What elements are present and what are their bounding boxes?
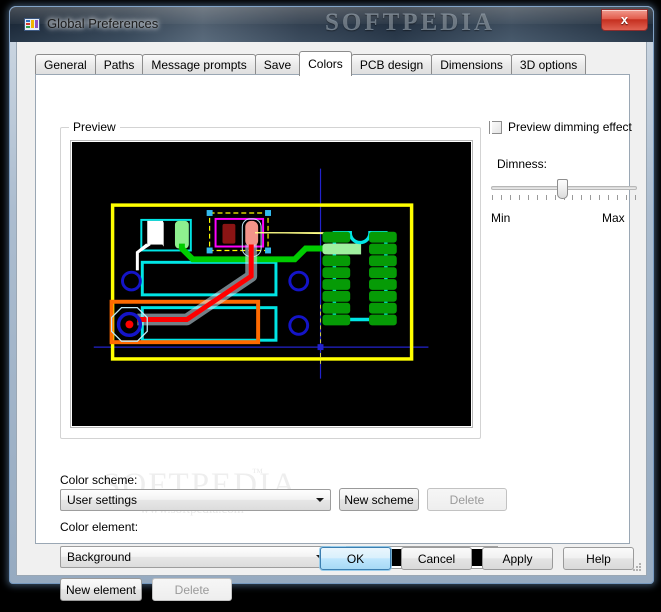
color-scheme-combo[interactable]: User settings — [60, 489, 331, 511]
preview-dimming-checkbox-row[interactable]: Preview dimming effect — [489, 120, 632, 140]
delete-scheme-label: Delete — [449, 492, 485, 507]
tickmark — [617, 195, 619, 200]
tab-save[interactable]: Save — [254, 54, 301, 75]
tab-label: Colors — [308, 57, 343, 71]
tab-pcb-design[interactable]: PCB design — [350, 54, 433, 75]
slider-max-label: Max — [602, 211, 625, 225]
tickmark — [509, 195, 511, 200]
ok-label: OK — [346, 551, 365, 566]
dialog-window: SOFTPEDIA Global Preferences x General P… — [9, 6, 654, 601]
dialog-client-area: General Paths Message prompts Save Color… — [16, 42, 647, 601]
pcb-preview-canvas[interactable] — [72, 142, 471, 426]
close-icon: x — [620, 12, 629, 27]
tickmark — [608, 195, 610, 200]
app-preferences-icon — [24, 17, 40, 32]
tickmark — [500, 195, 502, 200]
tab-label: Dimensions — [440, 58, 503, 72]
delete-scheme-button: Delete — [427, 488, 507, 511]
tickmark — [635, 195, 636, 200]
slider-thumb[interactable] — [557, 179, 568, 199]
tab-label: General — [44, 58, 87, 72]
body-watermark-tm: ™ — [252, 467, 263, 479]
new-element-label: New element — [65, 582, 137, 597]
dialog-footer: OK Cancel Apply Help — [17, 543, 646, 575]
tab-label: PCB design — [359, 58, 424, 72]
new-element-button[interactable]: New element — [60, 578, 142, 601]
preview-groupbox: Preview — [60, 120, 481, 439]
dimness-label: Dimness: — [497, 157, 548, 171]
close-button[interactable]: x — [601, 9, 648, 31]
ok-button[interactable]: OK — [320, 547, 391, 570]
tickmark — [492, 195, 493, 200]
tab-label: Save — [263, 58, 292, 72]
tab-paths[interactable]: Paths — [94, 54, 144, 75]
tickmark — [626, 195, 628, 200]
tab-strip: General Paths Message prompts Save Color… — [35, 51, 587, 76]
tab-label: 3D options — [519, 58, 578, 72]
slider-min-label: Min — [491, 211, 511, 225]
tickmark — [545, 195, 547, 200]
tab-message-prompts[interactable]: Message prompts — [142, 54, 256, 75]
colors-tab-panel: SOFTPEDIA ™ www.softpedia.com Preview — [35, 74, 637, 601]
tickmark — [590, 195, 592, 200]
color-element-label: Color element: — [60, 520, 139, 534]
tickmark — [527, 195, 529, 200]
tab-colors[interactable]: Colors — [299, 51, 352, 76]
delete-element-button: Delete — [152, 578, 232, 601]
chevron-down-icon[interactable] — [311, 492, 328, 508]
preview-dimming-checkbox[interactable] — [489, 120, 502, 140]
tickmark — [572, 195, 574, 200]
tickmark — [536, 195, 538, 200]
tab-label: Message prompts — [151, 58, 247, 72]
color-scheme-label: Color scheme: — [60, 473, 138, 487]
tab-general[interactable]: General — [35, 54, 96, 75]
color-scheme-value: User settings — [67, 493, 138, 507]
preview-group-label: Preview — [69, 120, 120, 134]
dimness-slider[interactable] — [491, 175, 637, 207]
preview-dimming-label: Preview dimming effect — [508, 120, 632, 134]
tickmark — [518, 195, 520, 200]
cancel-button[interactable]: Cancel — [401, 547, 472, 570]
new-scheme-label: New scheme — [344, 492, 414, 507]
tickmark — [554, 195, 556, 200]
help-button[interactable]: Help — [563, 547, 634, 570]
cancel-label: Cancel — [417, 551, 456, 566]
tab-3d-options[interactable]: 3D options — [510, 54, 587, 75]
title-bar[interactable]: SOFTPEDIA Global Preferences x — [10, 7, 653, 42]
help-label: Help — [586, 551, 611, 566]
desktop-watermark: SOFTPEDIA — [325, 9, 496, 36]
tickmark — [599, 195, 601, 200]
delete-element-label: Delete — [174, 582, 210, 597]
resize-grip[interactable] — [631, 561, 643, 573]
tickmark — [581, 195, 583, 200]
window-title: Global Preferences — [47, 16, 159, 31]
tab-dimensions[interactable]: Dimensions — [431, 54, 512, 75]
apply-button[interactable]: Apply — [482, 547, 553, 570]
apply-label: Apply — [502, 551, 533, 566]
new-scheme-button[interactable]: New scheme — [339, 488, 419, 511]
checkbox-inner — [490, 120, 492, 140]
tab-label: Paths — [103, 58, 135, 72]
preview-canvas-frame — [70, 140, 473, 428]
